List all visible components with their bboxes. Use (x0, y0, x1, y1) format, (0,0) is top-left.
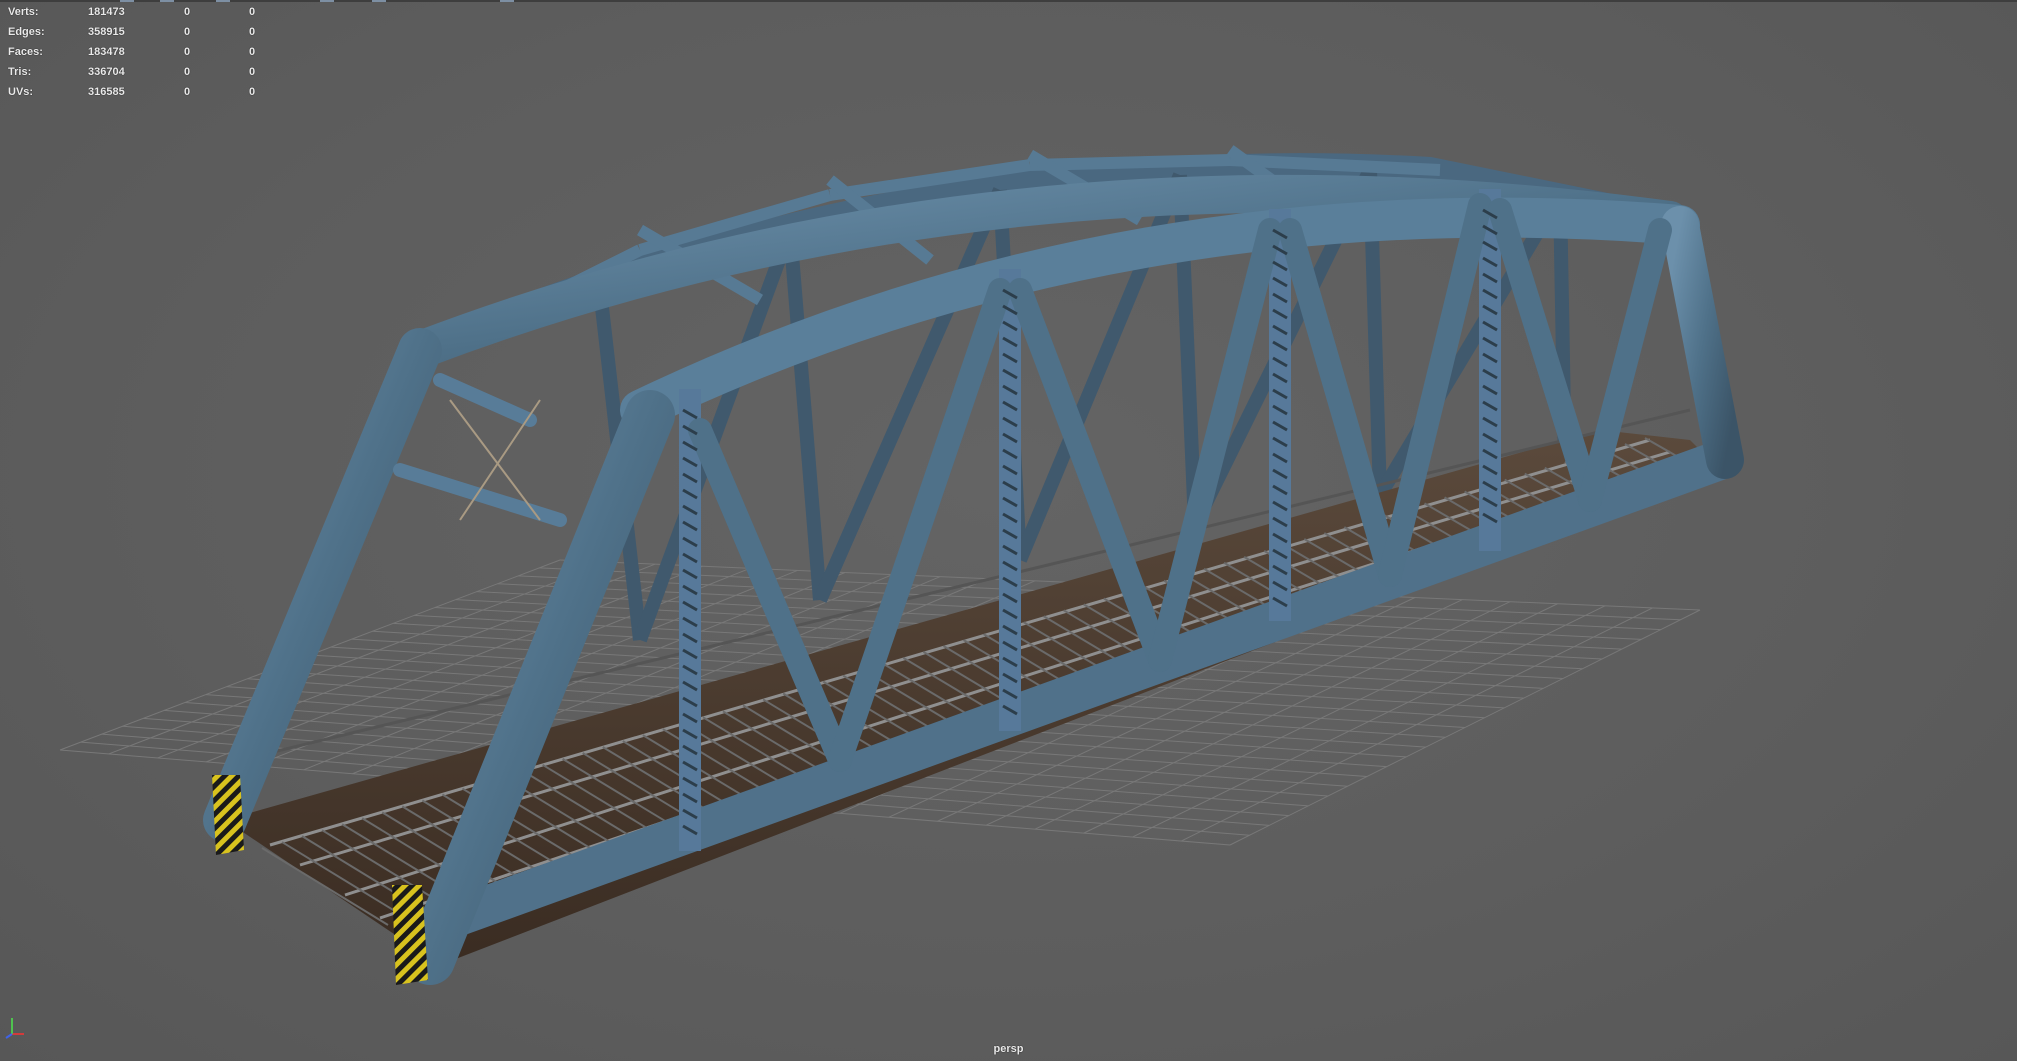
hud-value: 0 (184, 66, 191, 78)
poly-count-hud: Verts: 181473 0 0 Edges: 358915 0 0 Faces: 183478… (8, 2, 268, 102)
hud-label: Verts: (8, 6, 39, 18)
hud-value: 0 (184, 6, 191, 18)
hud-row: Verts: 181473 0 0 (8, 2, 268, 22)
axis-orientation-icon (5, 1018, 24, 1039)
scene-render[interactable] (0, 0, 2017, 1061)
hud-value: 358915 (88, 26, 125, 38)
hud-row: UVs: 316585 0 0 (8, 82, 268, 102)
hud-value: 181473 (88, 6, 125, 18)
hud-value: 0 (249, 6, 256, 18)
hud-value: 0 (249, 46, 256, 58)
hud-value: 183478 (88, 46, 125, 58)
near-truss (203, 174, 1744, 985)
hud-label: Faces: (8, 46, 43, 58)
hud-value: 0 (184, 26, 191, 38)
hud-label: UVs: (8, 86, 34, 98)
hud-label: Edges: (8, 26, 45, 38)
hud-row: Edges: 358915 0 0 (8, 22, 268, 42)
hud-row: Faces: 183478 0 0 (8, 42, 268, 62)
hud-value: 0 (249, 86, 256, 98)
hud-label: Tris: (8, 66, 32, 78)
hud-value: 336704 (88, 66, 125, 78)
perspective-viewport[interactable]: Verts: 181473 0 0 Edges: 358915 0 0 Faces: 183478… (0, 0, 2017, 1061)
camera-name-label: persp (993, 1043, 1024, 1055)
hud-value: 0 (249, 66, 256, 78)
hud-value: 0 (184, 86, 191, 98)
hud-row: Tris: 336704 0 0 (8, 62, 268, 82)
hud-value: 0 (184, 46, 191, 58)
hud-value: 0 (249, 26, 256, 38)
hud-value: 316585 (88, 86, 125, 98)
